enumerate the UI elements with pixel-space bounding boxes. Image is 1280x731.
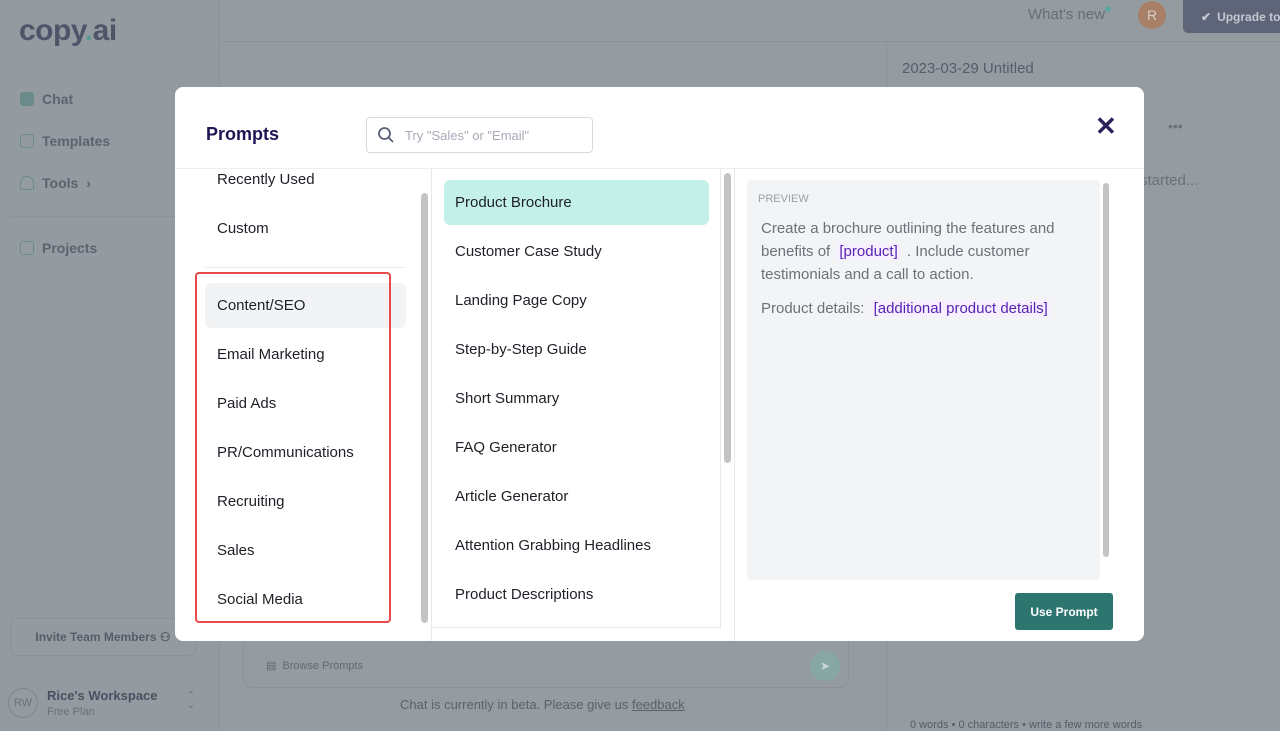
editor-placeholder[interactable]: started...: [1140, 172, 1198, 189]
invite-label: Invite Team Members: [35, 630, 157, 644]
prompt-list-scrollbar[interactable]: [724, 173, 731, 463]
nav-label: Templates: [42, 133, 111, 149]
use-prompt-button[interactable]: Use Prompt: [1015, 593, 1113, 630]
category-item[interactable]: Social Media: [205, 577, 406, 622]
upgrade-label: Upgrade to: [1217, 9, 1280, 24]
projects-icon: [20, 241, 34, 255]
column-divider: [431, 169, 432, 641]
more-options-icon[interactable]: •••: [1168, 118, 1183, 134]
beta-notice: Chat is currently in beta. Please give u…: [400, 697, 685, 712]
prompts-icon: ▤: [266, 660, 277, 672]
upgrade-button[interactable]: ✔ Upgrade to: [1183, 0, 1280, 33]
nav-label: Chat: [42, 91, 74, 107]
document-title[interactable]: 2023-03-29 Untitled: [902, 60, 1034, 77]
send-button[interactable]: ➤: [810, 651, 840, 681]
notification-dot: [1105, 6, 1112, 12]
preview-label: PREVIEW: [758, 193, 809, 205]
badge-check-icon: ✔: [1201, 9, 1212, 24]
top-bar: [221, 0, 1280, 42]
category-item[interactable]: PR/Communications: [205, 430, 406, 475]
column-divider: [720, 169, 721, 629]
category-recently-used[interactable]: Recently Used: [205, 157, 406, 202]
whats-new-link[interactable]: What's new: [1028, 6, 1112, 23]
sidebar-item-projects[interactable]: Projects: [20, 240, 97, 256]
workspace-avatar: RW: [8, 688, 38, 718]
close-icon[interactable]: ✕: [1095, 111, 1117, 142]
list-bottom-line: [432, 627, 720, 628]
nav-label: Projects: [42, 240, 98, 256]
category-item[interactable]: Sales: [205, 528, 406, 573]
prompt-item[interactable]: Step-by-Step Guide: [444, 327, 709, 372]
prompt-search[interactable]: [366, 117, 593, 153]
template-icon: [20, 134, 34, 148]
document-stats: 0 words • 0 characters • write a few mor…: [910, 719, 1143, 731]
workspace-name[interactable]: Rice's Workspace: [47, 688, 158, 703]
prompt-item[interactable]: FAQ Generator: [444, 425, 709, 470]
tools-icon: [20, 176, 34, 190]
sidebar-item-templates[interactable]: Templates: [20, 133, 110, 149]
prompt-item[interactable]: Customer Case Study: [444, 229, 709, 274]
variable-product: [product]: [836, 243, 901, 260]
category-item[interactable]: Email Marketing: [205, 332, 406, 377]
sidebar-item-chat[interactable]: Chat: [20, 91, 73, 107]
category-custom[interactable]: Custom: [205, 206, 406, 251]
copyai-logo[interactable]: copy.ai: [19, 14, 117, 48]
browse-prompts-button[interactable]: ▤ Browse Prompts: [253, 653, 380, 678]
prompt-preview: PREVIEW Create a brochure outlining the …: [747, 180, 1100, 580]
add-user-icon: ⚇: [159, 630, 171, 644]
chevron-right-icon: ›: [86, 175, 91, 191]
nav-label: Tools: [42, 175, 79, 191]
column-divider: [734, 169, 735, 641]
workspace-switch-icon[interactable]: ⌃ ⌄: [186, 691, 195, 711]
category-item[interactable]: Recruiting: [205, 479, 406, 524]
search-input[interactable]: [405, 127, 575, 143]
variable-details: [additional product details]: [870, 300, 1051, 317]
modal-title: Prompts: [206, 124, 280, 144]
sidebar-item-tools[interactable]: Tools ›: [20, 175, 91, 191]
prompt-item[interactable]: Article Generator: [444, 474, 709, 519]
user-avatar[interactable]: R: [1138, 1, 1166, 29]
prompt-item[interactable]: Short Summary: [444, 376, 709, 421]
workspace-plan: Free Plan: [47, 706, 95, 718]
browse-label: Browse Prompts: [282, 659, 364, 672]
category-item[interactable]: Paid Ads: [205, 381, 406, 426]
category-scrollbar[interactable]: [421, 193, 428, 623]
prompt-item[interactable]: Landing Page Copy: [444, 278, 709, 323]
category-divider: [205, 267, 405, 268]
preview-scrollbar[interactable]: [1103, 183, 1109, 557]
prompts-modal: Prompts ✕ Recently Used Custom Content/S…: [175, 87, 1144, 641]
prompt-item[interactable]: Attention Grabbing Headlines: [444, 523, 709, 568]
search-icon: [378, 127, 394, 143]
prompt-item[interactable]: Product Descriptions: [444, 572, 709, 617]
invite-team-members-button[interactable]: Invite Team Members ⚇: [10, 618, 196, 656]
prompt-item[interactable]: Product Brochure: [444, 180, 709, 225]
chat-icon: [20, 92, 34, 106]
category-item[interactable]: Content/SEO: [205, 283, 406, 328]
preview-text: Create a brochure outlining the features…: [761, 220, 1055, 283]
feedback-link[interactable]: feedback: [632, 697, 685, 712]
preview-details: Product details: [additional product det…: [758, 297, 1089, 320]
